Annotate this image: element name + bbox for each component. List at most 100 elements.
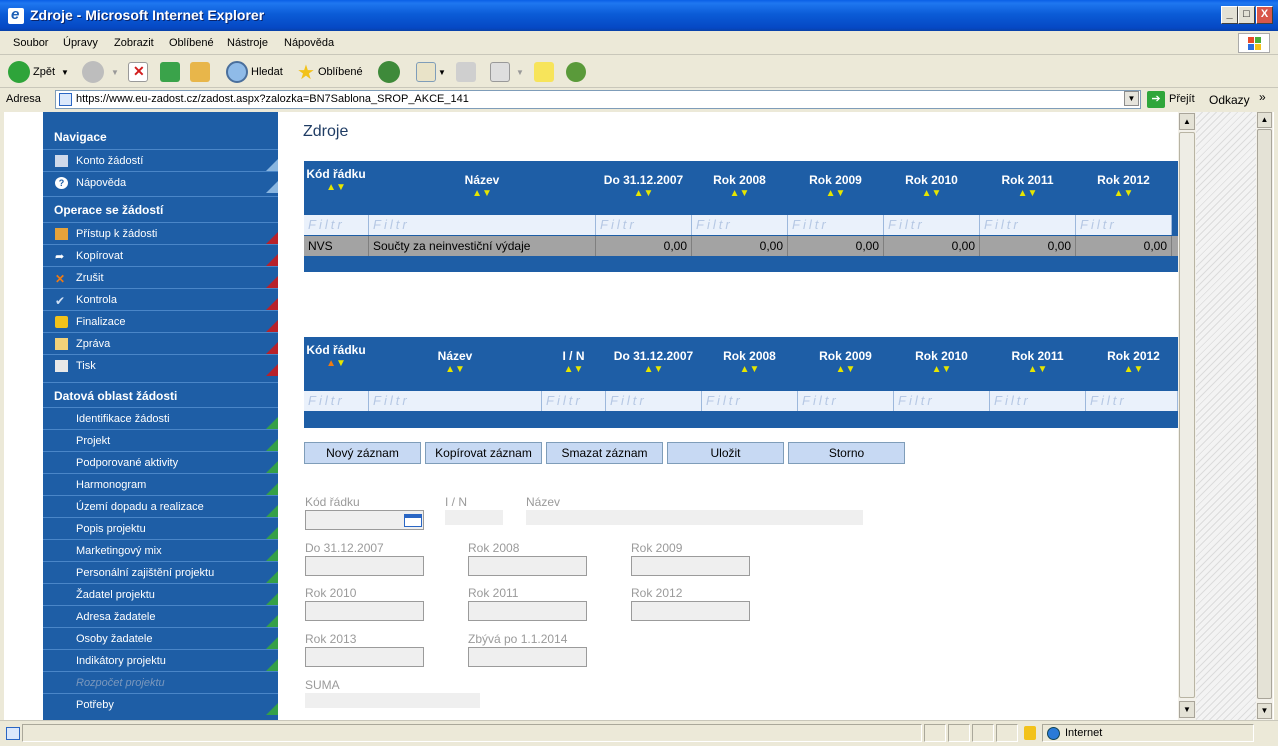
refresh-button[interactable] [160,60,180,84]
menu-nastroje[interactable]: Nástroje [227,37,268,49]
filter-rok-2008[interactable]: Filtr [702,391,798,411]
delete-record-button[interactable]: Smazat záznam [546,442,663,464]
sidebar-item-zprava[interactable]: Zpráva [43,332,278,354]
back-dropdown-icon[interactable]: ▼ [61,68,69,77]
do-2007-field[interactable] [305,556,424,576]
col-header-rok-2010[interactable]: Rok 2010 ▲▼ [884,173,979,199]
col-header-rok-2008[interactable]: Rok 2008 ▲▼ [692,173,787,199]
col-header-rok-2008[interactable]: Rok 2008 ▲▼ [702,349,797,375]
kod-radku-field[interactable] [305,510,424,530]
sidebar-item-projekt[interactable]: Projekt [43,429,278,451]
address-input[interactable]: https://www.eu-zadost.cz/zadost.aspx?zal… [55,90,1141,109]
menu-napoveda[interactable]: Nápověda [284,37,334,49]
sort-arrows-icon[interactable]: ▲▼ [1076,189,1171,199]
sort-arrows-icon[interactable]: ▲▼ [542,365,605,375]
col-header-rok-2012[interactable]: Rok 2012 ▲▼ [1076,173,1171,199]
filter-nazev[interactable]: Filtr [369,391,542,411]
sidebar-item-indikatory-projektu[interactable]: Indikátory projektu [43,649,278,671]
go-arrow-icon[interactable]: ➔ [1147,91,1165,108]
sidebar-item-napoveda[interactable]: ? Nápověda [43,171,278,193]
scroll-up-icon[interactable]: ▲ [1257,112,1272,128]
go-button[interactable]: Přejít [1169,93,1195,105]
home-button[interactable] [190,60,210,84]
address-dropdown-icon[interactable]: ▼ [1124,91,1139,106]
sidebar-item-podporovane-aktivity[interactable]: Podporované aktivity [43,451,278,473]
sort-arrows-icon[interactable]: ▲▼ [1086,365,1178,375]
rok-2010-field[interactable] [305,601,424,621]
filter-rok-2009[interactable]: Filtr [788,215,884,235]
sidebar-item-adresa-zadatele[interactable]: Adresa žadatele [43,605,278,627]
filter-rok-2009[interactable]: Filtr [798,391,894,411]
filter-rok-2012[interactable]: Filtr [1076,215,1172,235]
links-button[interactable]: Odkazy [1209,93,1250,107]
sort-arrows-icon[interactable]: ▲▼ [980,189,1075,199]
calendar-icon[interactable] [404,514,422,527]
col-header-do-2007[interactable]: Do 31.12.2007 ▲▼ [606,349,701,375]
new-record-button[interactable]: Nový záznam [304,442,421,464]
col-header-rok-2009[interactable]: Rok 2009 ▲▼ [798,349,893,375]
sort-arrows-icon[interactable]: ▲▼ [596,189,691,199]
maximize-button[interactable]: □ [1238,6,1255,24]
filter-rok-2012[interactable]: Filtr [1086,391,1178,411]
filter-rok-2010[interactable]: Filtr [884,215,980,235]
zbyva-field[interactable] [468,647,587,667]
minimize-button[interactable]: _ [1221,6,1238,24]
filter-do-2007[interactable]: Filtr [596,215,692,235]
sidebar-item-pristup[interactable]: Přístup k žádosti [43,222,278,244]
menu-soubor[interactable]: Soubor [13,37,48,49]
sort-arrows-icon[interactable]: ▲▼ [894,365,989,375]
sidebar-item-tisk[interactable]: Tisk [43,354,278,376]
inner-scrollbar[interactable]: ▲ ▼ [1178,112,1196,720]
forward-dropdown-icon[interactable]: ▼ [111,68,119,77]
links-chevron-icon[interactable]: » [1259,90,1266,104]
col-header-rok-2011[interactable]: Rok 2011 ▲▼ [980,173,1075,199]
sidebar-item-identifikace[interactable]: Identifikace žádosti [43,407,278,429]
sidebar-item-konto-zadosti[interactable]: Konto žádostí [43,149,278,171]
sidebar-item-popis-projektu[interactable]: Popis projektu [43,517,278,539]
sort-arrows-icon[interactable]: ▲▼ [884,189,979,199]
sort-arrows-icon[interactable]: ▲▼ [702,365,797,375]
rok-2012-field[interactable] [631,601,750,621]
cancel-button[interactable]: Storno [788,442,905,464]
messenger-button[interactable] [566,60,586,84]
close-button[interactable]: X [1256,6,1273,24]
rok-2013-field[interactable] [305,647,424,667]
mail-button[interactable]: ▼ [416,60,446,84]
back-button[interactable]: Zpět ▼ [8,60,69,84]
history-button[interactable] [378,60,403,84]
sidebar-item-potreby[interactable]: Potřeby [43,693,278,715]
discuss-button[interactable] [534,60,554,84]
menu-zobrazit[interactable]: Zobrazit [114,37,154,49]
sidebar-item-harmonogram[interactable]: Harmonogram [43,473,278,495]
col-header-nazev[interactable]: Název ▲▼ [369,349,541,375]
sidebar-item-finalizace[interactable]: Finalizace [43,310,278,332]
sort-arrows-icon[interactable]: ▲▼ [788,189,883,199]
rok-2011-field[interactable] [468,601,587,621]
filter-rok-2011[interactable]: Filtr [990,391,1086,411]
sort-arrows-icon[interactable]: ▲▼ [369,365,541,375]
favorites-button[interactable]: ★ Oblíbené [297,60,363,84]
filter-rok-2010[interactable]: Filtr [894,391,990,411]
sidebar-item-kopirovat[interactable]: ➦ Kopírovat [43,244,278,266]
sort-arrows-icon[interactable]: ▲▼ [304,183,368,193]
window-scroll-thumb[interactable] [1257,129,1272,699]
sidebar-item-uzemi-dopadu[interactable]: Území dopadu a realizace [43,495,278,517]
sort-arrows-icon[interactable]: ▲▼ [798,365,893,375]
sort-arrows-icon[interactable]: ▲▼ [692,189,787,199]
filter-kod[interactable]: Filtr [304,391,369,411]
col-header-kod-radku[interactable]: Kód řádku ▲▼ [304,167,368,193]
col-header-rok-2010[interactable]: Rok 2010 ▲▼ [894,349,989,375]
filter-kod[interactable]: Filtr [304,215,369,235]
sort-arrows-icon[interactable]: ▲▼ [606,365,701,375]
col-header-kod-radku[interactable]: Kód řádku ▲▼ [304,343,368,369]
sidebar-item-marketingovy-mix[interactable]: Marketingový mix [43,539,278,561]
sidebar-item-kontrola[interactable]: ✔ Kontrola [43,288,278,310]
sidebar-item-osoby-zadatele[interactable]: Osoby žadatele [43,627,278,649]
stop-button[interactable]: ✕ [128,60,148,84]
filter-rok-2011[interactable]: Filtr [980,215,1076,235]
menu-oblibene[interactable]: Oblíbené [169,37,214,49]
edit-button[interactable]: ▼ [490,60,524,84]
forward-button[interactable]: ▼ [82,60,119,84]
filter-rok-2008[interactable]: Filtr [692,215,788,235]
col-header-rok-2012[interactable]: Rok 2012 ▲▼ [1086,349,1178,375]
